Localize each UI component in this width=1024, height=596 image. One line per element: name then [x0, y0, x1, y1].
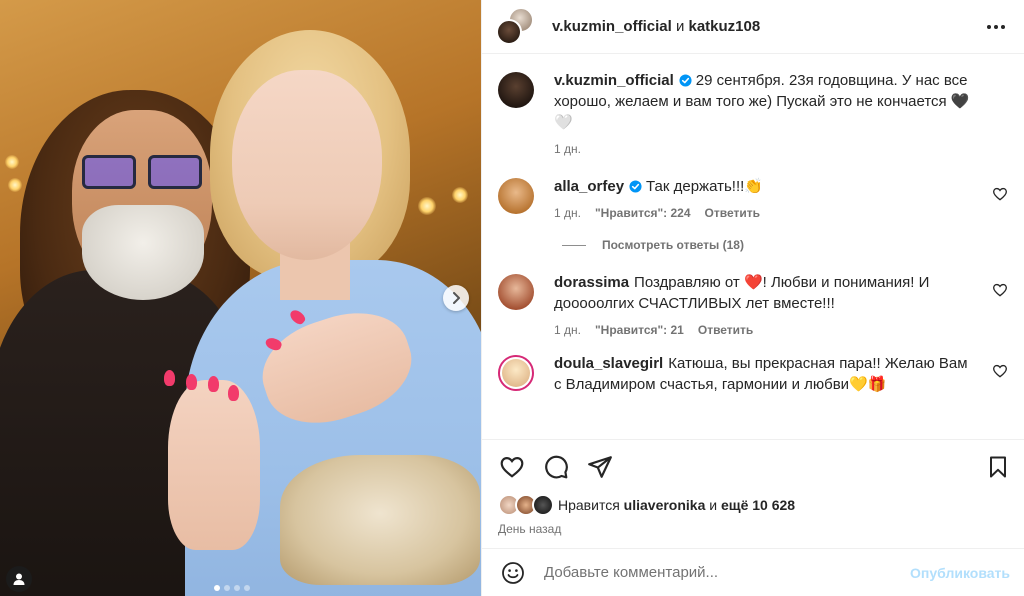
man-beard — [82, 205, 204, 300]
user-icon — [13, 573, 25, 585]
post-header: v.kuzmin_official и katkuz108 — [482, 0, 1024, 54]
likes-conjunction: и — [709, 497, 718, 513]
carousel-dots — [214, 585, 250, 591]
likers-avatars — [498, 494, 556, 516]
bookmark-icon — [990, 456, 1006, 478]
emoji-button[interactable] — [500, 560, 526, 586]
nail — [208, 376, 219, 392]
comment-username[interactable]: alla_orfey — [554, 178, 624, 195]
action-icons-row — [498, 452, 1016, 482]
carousel-dot — [214, 585, 220, 591]
comment-text: Так держать!!!👏 — [646, 178, 763, 195]
author-username[interactable]: v.kuzmin_official — [552, 18, 672, 35]
nail — [186, 374, 197, 390]
avatar — [496, 18, 522, 45]
caption-time[interactable]: 1 дн. — [554, 142, 581, 156]
like-button[interactable] — [498, 453, 526, 481]
heart-icon[interactable] — [992, 363, 1008, 379]
nail — [164, 370, 175, 386]
man-glasses — [82, 155, 206, 191]
avatar[interactable] — [498, 178, 534, 214]
post-photo[interactable] — [0, 0, 481, 596]
tagged-users-button[interactable] — [6, 566, 32, 592]
comment-bubble-icon — [545, 455, 568, 479]
comment-likes[interactable]: "Нравится": 21 — [595, 323, 684, 337]
likes-count[interactable]: ещё 10 628 — [721, 497, 795, 513]
nail — [228, 385, 239, 401]
smiley-icon — [502, 561, 524, 584]
heart-icon — [500, 457, 524, 478]
comment-username[interactable]: dorassima — [554, 274, 629, 291]
avatar[interactable] — [498, 274, 534, 310]
post-caption: v.kuzmin_official 29 сентября. 23я годовщ… — [498, 70, 1010, 156]
carousel-dot — [244, 585, 250, 591]
add-comment-bar: Опубликовать — [482, 548, 1024, 596]
background-light — [452, 187, 468, 203]
comments-list[interactable]: v.kuzmin_official 29 сентября. 23я годовщ… — [482, 54, 1024, 439]
background-light — [418, 197, 436, 215]
liker-username[interactable]: uliaveronika — [624, 497, 706, 513]
comment-username[interactable]: doula_slavegirl — [554, 355, 663, 372]
avatar[interactable] — [498, 72, 534, 108]
chevron-right-icon — [453, 292, 460, 304]
caption-username[interactable]: v.kuzmin_official — [554, 72, 674, 89]
comment-time[interactable]: 1 дн. — [554, 206, 581, 220]
instagram-post: v.kuzmin_official и katkuz108 v.kuzmin_o… — [0, 0, 1024, 596]
share-button[interactable] — [586, 453, 614, 481]
save-button[interactable] — [984, 453, 1012, 481]
publish-button[interactable]: Опубликовать — [904, 565, 1016, 581]
post-actions: Нравится uliaveronika и ещё 10 628 День … — [482, 439, 1024, 536]
carousel-dot — [234, 585, 240, 591]
avatar-story-ring[interactable] — [498, 355, 534, 391]
verified-badge-icon — [629, 180, 642, 193]
woman-face — [232, 70, 382, 260]
more-horizontal-icon — [987, 24, 1005, 29]
replies-divider — [562, 244, 586, 246]
avatar — [532, 494, 554, 516]
comment-button[interactable] — [542, 453, 570, 481]
background-light — [8, 178, 22, 192]
authors-conjunction: и — [675, 18, 685, 35]
comment-input[interactable] — [544, 564, 905, 581]
comment-time[interactable]: 1 дн. — [554, 323, 581, 337]
post-side-panel: v.kuzmin_official и katkuz108 v.kuzmin_o… — [481, 0, 1024, 596]
coauthor-username[interactable]: katkuz108 — [689, 18, 761, 35]
likes-prefix: Нравится — [558, 497, 620, 513]
post-timestamp[interactable]: День назад — [498, 522, 1016, 536]
verified-badge-icon — [679, 74, 692, 87]
carousel-next-button[interactable] — [443, 285, 469, 311]
collab-avatars[interactable] — [496, 6, 536, 47]
comment-likes[interactable]: "Нравится": 224 — [595, 206, 691, 220]
background-light — [5, 155, 19, 169]
carousel-dot — [224, 585, 230, 591]
post-authors: v.kuzmin_official и katkuz108 — [552, 18, 982, 35]
more-options-button[interactable] — [982, 13, 1010, 41]
view-replies-button[interactable]: Посмотреть ответы (18) — [556, 238, 1010, 252]
woman-hand-left — [168, 380, 260, 550]
sweater-print — [280, 455, 480, 585]
reply-button[interactable]: Ответить — [698, 323, 753, 337]
comment-item: alla_orfey Так держать!!!👏 1 дн. "Нравитс… — [498, 176, 1010, 220]
reply-button[interactable]: Ответить — [705, 206, 760, 220]
heart-icon[interactable] — [992, 282, 1008, 298]
likes-summary[interactable]: Нравится uliaveronika и ещё 10 628 — [498, 494, 1016, 516]
paper-plane-icon — [588, 456, 612, 478]
comment-item: doula_slavegirl Катюша, вы прекрасная пар… — [498, 353, 1010, 395]
view-replies-label: Посмотреть ответы (18) — [602, 238, 744, 252]
heart-icon[interactable] — [992, 186, 1008, 202]
comment-item: dorassima Поздравляю от ❤️! Любви и поним… — [498, 272, 1010, 337]
